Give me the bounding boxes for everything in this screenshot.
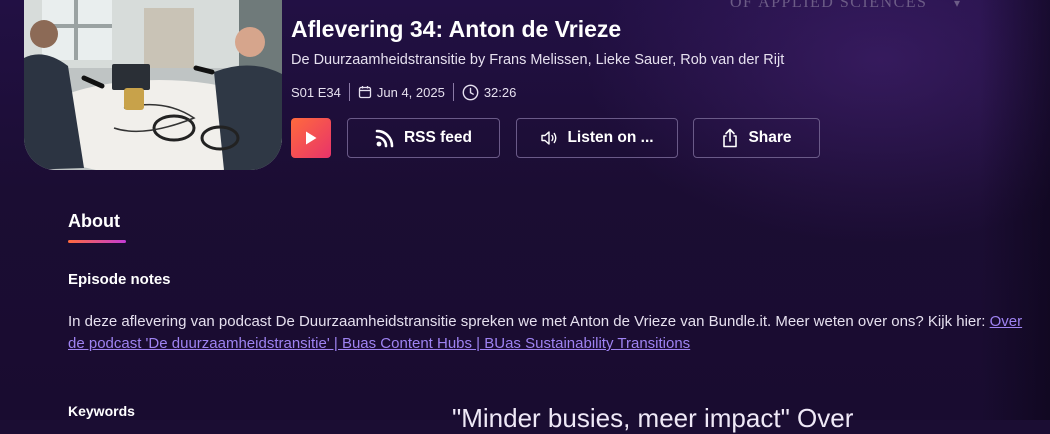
calendar-icon bbox=[358, 86, 372, 99]
season-episode-label: S01 E34 bbox=[291, 84, 341, 100]
share-button[interactable]: Share bbox=[693, 118, 820, 158]
share-label: Share bbox=[748, 129, 792, 146]
share-icon bbox=[723, 128, 738, 148]
episode-notes: In deze aflevering van podcast De Duurza… bbox=[68, 311, 1028, 355]
clock-icon bbox=[462, 84, 479, 100]
play-button[interactable] bbox=[291, 118, 331, 158]
rss-icon bbox=[375, 129, 394, 148]
right-edge-shade bbox=[980, 0, 1050, 420]
episode-byline[interactable]: De Duurzaamheidstransitie by Frans Melis… bbox=[291, 52, 784, 68]
publish-date: Jun 4, 2025 bbox=[376, 84, 445, 100]
listen-on-button[interactable]: Listen on ... bbox=[516, 118, 678, 158]
rss-feed-label: RSS feed bbox=[403, 129, 473, 146]
episode-title: Aflevering 34: Anton de Vrieze bbox=[291, 16, 622, 42]
keywords-heading: Keywords bbox=[68, 403, 135, 419]
episode-notes-heading: Episode notes bbox=[68, 271, 171, 288]
episode-cover-image bbox=[24, 0, 282, 170]
meta-divider bbox=[348, 83, 350, 101]
meta-divider bbox=[452, 83, 454, 101]
active-tab-indicator bbox=[68, 240, 126, 243]
tab-about[interactable]: About bbox=[68, 211, 120, 232]
episode-meta: S01 E34 Jun 4, 2025 32:26 bbox=[291, 82, 516, 102]
listen-on-label: Listen on ... bbox=[567, 129, 654, 146]
episode-notes-text: In deze aflevering van podcast De Duurza… bbox=[68, 313, 990, 330]
episode-duration: 32:26 bbox=[483, 84, 517, 100]
rss-feed-button[interactable]: RSS feed bbox=[347, 118, 500, 158]
brand-wordmark: OF APPLIED SCIENCES bbox=[730, 0, 928, 11]
speaker-icon bbox=[541, 131, 557, 145]
chevron-down-icon[interactable]: ▾ bbox=[954, 0, 960, 10]
play-icon bbox=[306, 131, 317, 145]
quote-preview: "Minder busies, meer impact" Over bbox=[452, 403, 854, 433]
